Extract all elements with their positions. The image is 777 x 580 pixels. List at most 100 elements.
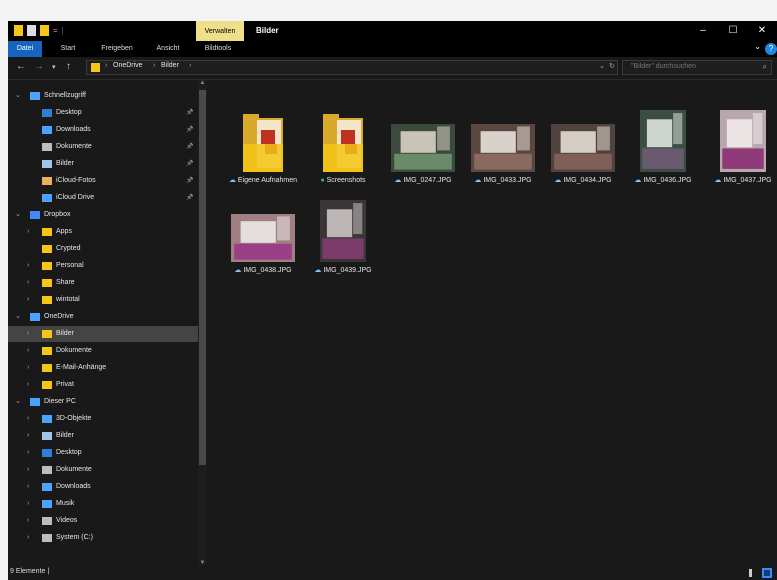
image-item-img-0438-jpg[interactable]: ☁ IMG_0438.JPG (223, 200, 303, 280)
nav-item-label: OneDrive (44, 313, 74, 320)
refresh-icon[interactable]: ↻ (609, 62, 615, 70)
breadcrumb-bilder[interactable]: Bilder (161, 62, 179, 69)
search-box[interactable]: "Bilder" durchsuchen ⌕ (622, 60, 772, 75)
image-item-img-0433-jpg[interactable]: ☁ IMG_0433.JPG (463, 110, 543, 190)
expand-chevron-icon[interactable]: › (27, 445, 29, 461)
collapse-chevron-icon[interactable]: ⌄ (15, 207, 21, 223)
help-icon[interactable]: ? (765, 43, 777, 55)
nav-item-personal[interactable]: › Personal (8, 258, 198, 274)
expand-chevron-icon[interactable]: › (27, 411, 29, 427)
download-icon (42, 126, 52, 134)
nav-item-dokumente[interactable]: › Dokumente (8, 343, 198, 359)
new-folder-icon[interactable] (40, 25, 49, 36)
scrollbar-thumb[interactable] (199, 90, 206, 465)
expand-chevron-icon[interactable]: › (27, 343, 29, 359)
nav-item-system-c[interactable]: › System (C:) (8, 530, 198, 546)
nav-item-label: Schnellzugriff (44, 92, 86, 99)
up-icon[interactable]: ↑ (66, 61, 71, 72)
address-bar[interactable]: › OneDrive › Bilder › ⌄ ↻ (86, 60, 618, 75)
expand-chevron-icon[interactable]: › (27, 496, 29, 512)
expand-chevron-icon[interactable]: › (27, 275, 29, 291)
nav-item-privat[interactable]: › Privat (8, 377, 198, 393)
details-view-icon[interactable] (746, 568, 756, 578)
tab-bildtools[interactable]: Bildtools (196, 41, 240, 57)
tab-datei[interactable]: Datei (8, 41, 42, 57)
large-icons-view-icon[interactable] (762, 568, 772, 578)
nav-item-desktop[interactable]: Desktop 📌 (8, 105, 198, 121)
image-item-img-0437-jpg[interactable]: ☁ IMG_0437.JPG (703, 110, 777, 190)
folder-item-screenshots[interactable]: ● Screenshots (303, 110, 383, 190)
nav-item-bilder[interactable]: › Bilder (8, 428, 198, 444)
maximize-button[interactable]: ☐ (718, 21, 748, 41)
expand-chevron-icon[interactable]: › (27, 292, 29, 308)
folder-icon (42, 296, 52, 304)
cloud-status-icon: ☁ (634, 177, 644, 184)
expand-chevron-icon[interactable]: › (27, 224, 29, 240)
nav-item-dokumente[interactable]: Dokumente 📌 (8, 139, 198, 155)
navigation-pane: ⌄ Schnellzugriff Desktop 📌 Downloads 📌 Dokumen… (8, 80, 198, 566)
recent-locations-icon[interactable]: ▾ (52, 63, 56, 71)
tab-freigeben[interactable]: Freigeben (92, 41, 142, 57)
properties-icon[interactable] (27, 25, 36, 36)
nav-item-label: System (C:) (56, 534, 93, 541)
nav-item-dieser-pc[interactable]: ⌄ Dieser PC (8, 394, 198, 410)
nav-item-icloud-drive[interactable]: iCloud Drive 📌 (8, 190, 198, 206)
file-label: ☁ IMG_0433.JPG (463, 176, 543, 185)
nav-item-onedrive[interactable]: ⌄ OneDrive (8, 309, 198, 325)
image-item-img-0439-jpg[interactable]: ☁ IMG_0439.JPG (303, 200, 383, 280)
address-dropdown-icon[interactable]: ⌄ (599, 62, 605, 70)
nav-item-share[interactable]: › Share (8, 275, 198, 291)
image-item-img-0436-jpg[interactable]: ☁ IMG_0436.JPG (623, 110, 703, 190)
pin-icon: 📌 (186, 144, 194, 150)
expand-chevron-icon[interactable]: › (27, 479, 29, 495)
collapse-chevron-icon[interactable]: ⌄ (15, 88, 21, 104)
nav-item-3d-objekte[interactable]: › 3D-Objekte (8, 411, 198, 427)
context-tab-verwalten[interactable]: Verwalten (196, 21, 244, 41)
folder-icon[interactable] (14, 25, 23, 36)
expand-chevron-icon[interactable]: › (27, 360, 29, 376)
nav-item-icloud-fotos[interactable]: iCloud-Fotos 📌 (8, 173, 198, 189)
nav-item-videos[interactable]: › Videos (8, 513, 198, 529)
tab-ansicht[interactable]: Ansicht (146, 41, 190, 57)
nav-item-bilder[interactable]: › Bilder (8, 326, 198, 342)
image-item-img-0434-jpg[interactable]: ☁ IMG_0434.JPG (543, 110, 623, 190)
expand-chevron-icon[interactable]: › (27, 326, 29, 342)
nav-item-e-mail-anhänge[interactable]: › E-Mail-Anhänge (8, 360, 198, 376)
forward-icon[interactable]: → (34, 61, 44, 72)
pin-icon: 📌 (186, 127, 194, 133)
nav-item-downloads[interactable]: Downloads 📌 (8, 122, 198, 138)
nav-item-apps[interactable]: › Apps (8, 224, 198, 240)
navigation-scrollbar[interactable]: ▲ ▼ (198, 80, 207, 566)
search-icon[interactable]: ⌕ (763, 62, 767, 72)
pin-icon: 📌 (186, 110, 194, 116)
collapse-chevron-icon[interactable]: ⌄ (15, 309, 21, 325)
nav-item-bilder[interactable]: Bilder 📌 (8, 156, 198, 172)
customize-toolbar-icon[interactable]: = (53, 26, 58, 35)
expand-ribbon-icon[interactable]: ⌄ (754, 42, 761, 51)
nav-item-dropbox[interactable]: ⌄ Dropbox (8, 207, 198, 223)
nav-item-musik[interactable]: › Musik (8, 496, 198, 512)
nav-item-schnellzugriff[interactable]: ⌄ Schnellzugriff (8, 88, 198, 104)
folder-item-eigene-aufnahmen[interactable]: ☁ Eigene Aufnahmen (223, 110, 303, 190)
folder-icon (42, 364, 52, 372)
expand-chevron-icon[interactable]: › (27, 377, 29, 393)
collapse-chevron-icon[interactable]: ⌄ (15, 394, 21, 410)
expand-chevron-icon[interactable]: › (27, 530, 29, 546)
scroll-up-icon[interactable]: ▲ (198, 80, 207, 86)
expand-chevron-icon[interactable]: › (27, 513, 29, 529)
breadcrumb-onedrive[interactable]: OneDrive (113, 62, 143, 69)
nav-item-crypted[interactable]: Crypted (8, 241, 198, 257)
back-icon[interactable]: ← (16, 61, 26, 72)
image-item-img-0247-jpg[interactable]: ☁ IMG_0247.JPG (383, 110, 463, 190)
tab-start[interactable]: Start (50, 41, 86, 57)
folder-thumbnail-icon (323, 114, 363, 172)
expand-chevron-icon[interactable]: › (27, 428, 29, 444)
nav-item-wintotal[interactable]: › wintotal (8, 292, 198, 308)
nav-item-dokumente[interactable]: › Dokumente (8, 462, 198, 478)
nav-item-downloads[interactable]: › Downloads (8, 479, 198, 495)
expand-chevron-icon[interactable]: › (27, 462, 29, 478)
expand-chevron-icon[interactable]: › (27, 258, 29, 274)
nav-item-desktop[interactable]: › Desktop (8, 445, 198, 461)
minimize-button[interactable]: – (688, 21, 718, 41)
close-button[interactable]: ✕ (747, 21, 777, 41)
